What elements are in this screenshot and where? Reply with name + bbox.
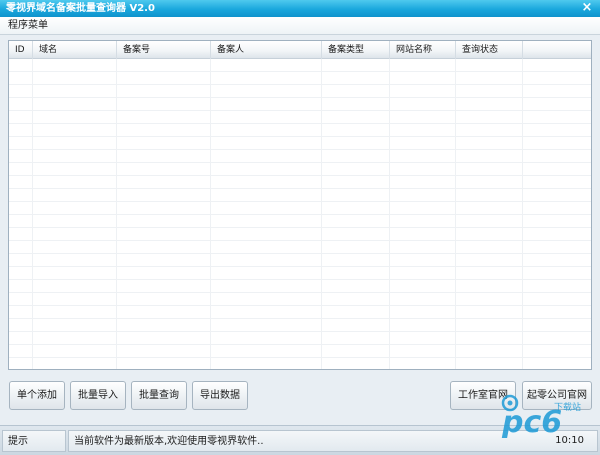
menu-item-program[interactable]: 程序菜单: [8, 19, 48, 33]
column-header-record-owner[interactable]: 备案人: [211, 41, 322, 59]
column-header-site-name[interactable]: 网站名称: [390, 41, 456, 59]
close-button[interactable]: ×: [580, 0, 594, 17]
column-header-record-type[interactable]: 备案类型: [322, 41, 390, 59]
window-title: 零视界域名备案批量查询器 V2.0: [6, 3, 155, 14]
status-message: 当前软件为最新版本,欢迎使用零视界软件..: [68, 430, 598, 452]
column-divider: [321, 59, 322, 369]
close-icon: ×: [581, 0, 593, 15]
table-body[interactable]: [9, 59, 591, 369]
status-bar: 提示 当前软件为最新版本,欢迎使用零视界软件.. 10:10: [0, 425, 600, 455]
status-label: 提示: [2, 430, 66, 452]
results-table[interactable]: ID 域名 备案号 备案人 备案类型 网站名称 查询状态: [8, 40, 592, 370]
column-header-query-status[interactable]: 查询状态: [456, 41, 523, 59]
column-divider: [210, 59, 211, 369]
table-header: ID 域名 备案号 备案人 备案类型 网站名称 查询状态: [9, 41, 591, 59]
column-divider: [455, 59, 456, 369]
column-divider: [522, 59, 523, 369]
column-header-id[interactable]: ID: [9, 41, 33, 59]
add-single-button[interactable]: 单个添加: [9, 381, 65, 410]
column-divider: [389, 59, 390, 369]
status-time: 10:10: [555, 435, 584, 446]
export-data-button[interactable]: 导出数据: [192, 381, 248, 410]
column-header-record-number[interactable]: 备案号: [117, 41, 211, 59]
title-bar: 零视界域名备案批量查询器 V2.0 ×: [0, 0, 600, 17]
studio-website-button[interactable]: 工作室官网: [450, 381, 516, 410]
column-divider: [116, 59, 117, 369]
batch-import-button[interactable]: 批量导入: [70, 381, 126, 410]
menu-bar: 程序菜单: [0, 17, 600, 35]
column-divider: [32, 59, 33, 369]
column-header-domain[interactable]: 域名: [33, 41, 117, 59]
company-website-button[interactable]: 起零公司官网: [522, 381, 592, 410]
batch-query-button[interactable]: 批量查询: [131, 381, 187, 410]
